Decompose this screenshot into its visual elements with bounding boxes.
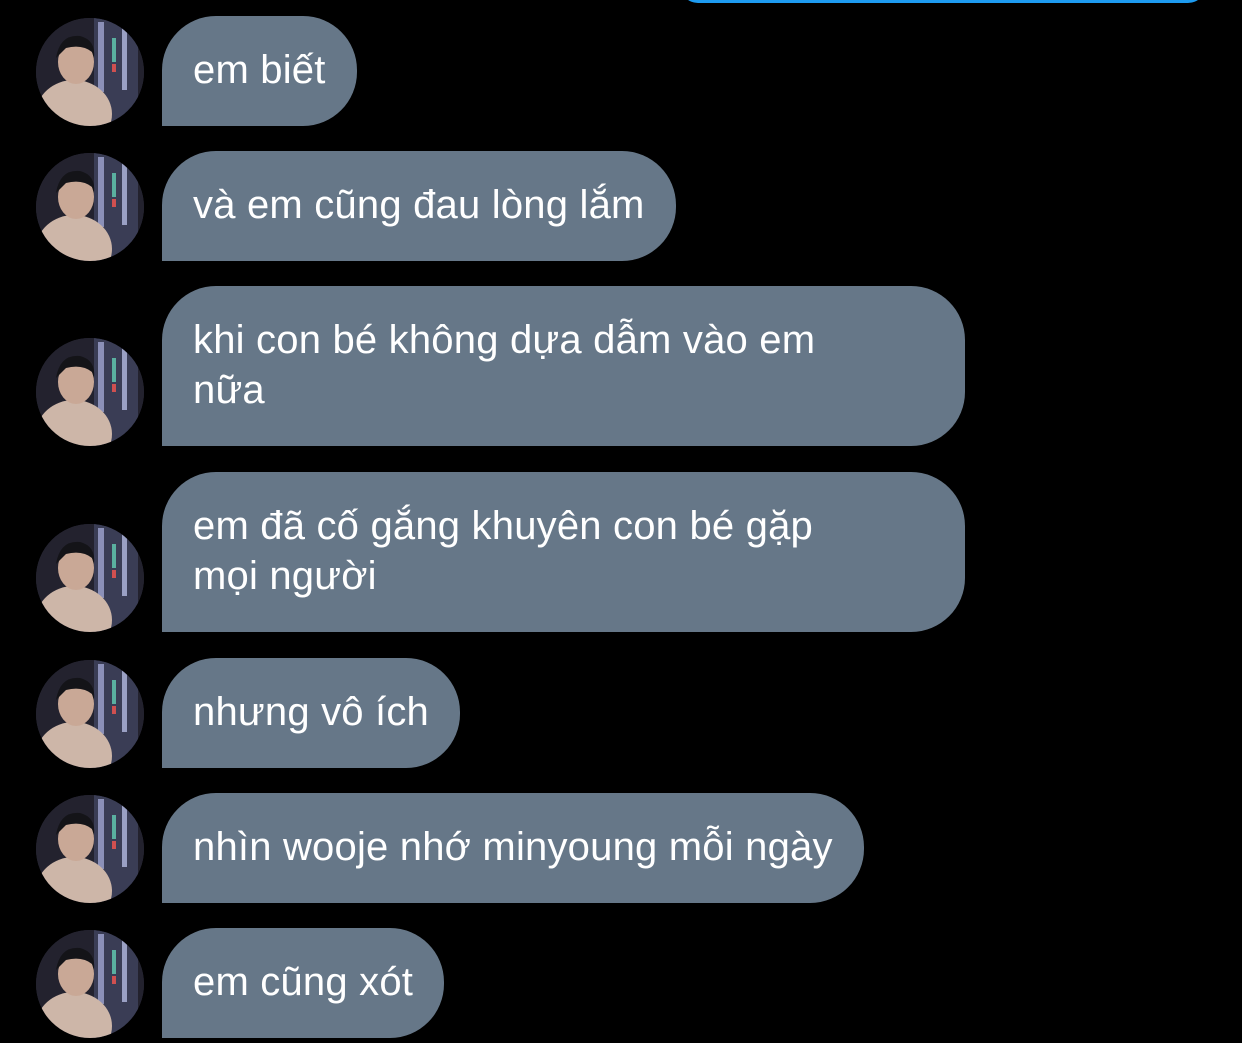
message-bubble[interactable]: em biết <box>162 16 357 126</box>
message-bubble[interactable]: em cũng xót <box>162 928 445 1038</box>
avatar[interactable] <box>36 930 144 1038</box>
avatar[interactable] <box>36 524 144 632</box>
sent-message-bubble-partial[interactable] <box>680 0 1206 3</box>
message-row: khi con bé không dựa dẫm vào em nữa <box>0 286 1242 446</box>
message-row: em cũng xót <box>0 928 1242 1038</box>
message-bubble[interactable]: em đã cố gắng khuyên con bé gặp mọi ngườ… <box>162 472 965 632</box>
message-row: và em cũng đau lòng lắm <box>0 151 1242 261</box>
message-row: nhưng vô ích <box>0 658 1242 768</box>
message-bubble[interactable]: nhìn wooje nhớ minyoung mỗi ngày <box>162 793 864 903</box>
message-row: nhìn wooje nhớ minyoung mỗi ngày <box>0 793 1242 903</box>
avatar[interactable] <box>36 660 144 768</box>
avatar[interactable] <box>36 795 144 903</box>
message-bubble[interactable]: và em cũng đau lòng lắm <box>162 151 676 261</box>
message-row: em biết <box>0 16 1242 126</box>
avatar[interactable] <box>36 18 144 126</box>
message-bubble[interactable]: khi con bé không dựa dẫm vào em nữa <box>162 286 965 446</box>
avatar[interactable] <box>36 338 144 446</box>
avatar[interactable] <box>36 153 144 261</box>
message-bubble[interactable]: nhưng vô ích <box>162 658 460 768</box>
message-row: em đã cố gắng khuyên con bé gặp mọi ngườ… <box>0 472 1242 632</box>
